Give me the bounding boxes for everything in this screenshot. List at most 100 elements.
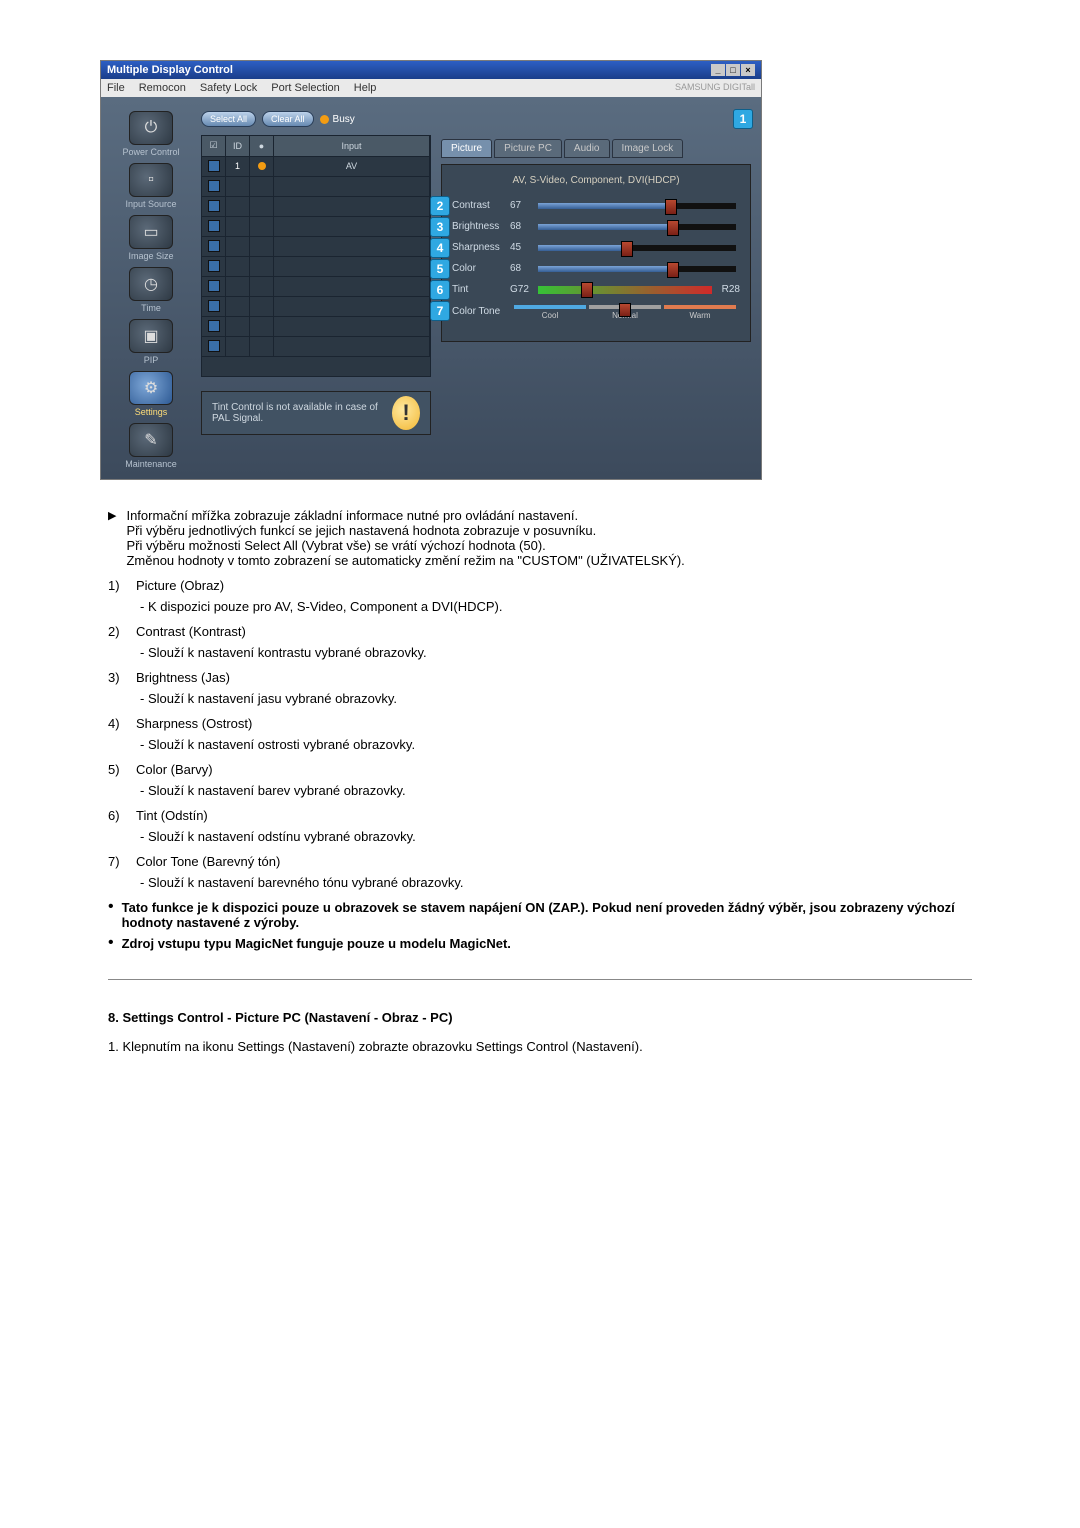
paragraph: 1. Klepnutím na ikonu Settings (Nastaven… [108, 1039, 643, 1054]
row-checkbox[interactable] [208, 160, 220, 172]
tab-picture[interactable]: Picture [441, 139, 492, 158]
paragraph: Změnou hodnoty v tomto zobrazení se auto… [126, 553, 684, 568]
contrast-value: 67 [510, 200, 534, 211]
callout-4: 4 [430, 238, 450, 258]
brightness-value: 68 [510, 221, 534, 232]
bullet-text: Tato funkce je k dispozici pouze u obraz… [122, 900, 955, 930]
row-checkbox[interactable] [208, 280, 220, 292]
sidebar-item-time[interactable]: ◷ Time [115, 267, 187, 313]
sidebar-item-maintenance[interactable]: ✎ Maintenance [115, 423, 187, 469]
row-checkbox[interactable] [208, 180, 220, 192]
brightness-label: Brightness [452, 221, 510, 232]
row-status-icon [258, 162, 266, 170]
tone-normal[interactable]: Normal [589, 305, 661, 317]
callout-6: 6 [430, 280, 450, 300]
list-title: Picture (Obraz) [136, 578, 224, 593]
clear-all-button[interactable]: Clear All [262, 111, 314, 127]
menu-file[interactable]: File [107, 82, 125, 94]
row-id: 1 [226, 156, 250, 177]
menu-remocon[interactable]: Remocon [139, 82, 186, 94]
list-title: Color Tone (Barevný tón) [136, 854, 280, 869]
minimize-icon[interactable]: _ [711, 64, 725, 76]
contrast-slider[interactable] [538, 203, 736, 209]
brightness-control[interactable]: 3 Brightness 68 [452, 221, 740, 232]
maintenance-icon: ✎ [129, 423, 173, 457]
table-row[interactable] [202, 216, 430, 236]
sidebar-item-pip[interactable]: ▣ PIP [115, 319, 187, 365]
callout-5: 5 [430, 259, 450, 279]
row-checkbox[interactable] [208, 340, 220, 352]
color-control[interactable]: 5 Color 68 [452, 263, 740, 274]
tint-right: R28 [716, 284, 740, 295]
sidebar-item-image-size[interactable]: ▭ Image Size [115, 215, 187, 261]
paragraph: Při výběru jednotlivých funkcí se jejich… [126, 523, 684, 538]
row-checkbox[interactable] [208, 240, 220, 252]
sidebar-item-settings[interactable]: ⚙ Settings [115, 371, 187, 417]
sharpness-control[interactable]: 4 Sharpness 45 [452, 242, 740, 253]
row-checkbox[interactable] [208, 200, 220, 212]
tint-slider[interactable] [538, 286, 712, 294]
row-checkbox[interactable] [208, 220, 220, 232]
tab-image-lock[interactable]: Image Lock [612, 139, 684, 158]
list-desc: - Slouží k nastavení odstínu vybrané obr… [140, 829, 972, 844]
titlebar: Multiple Display Control _□× [101, 61, 761, 79]
maximize-icon[interactable]: □ [726, 64, 740, 76]
list-title: Color (Barvy) [136, 762, 213, 777]
list-title: Tint (Odstín) [136, 808, 208, 823]
row-checkbox[interactable] [208, 320, 220, 332]
list-number: 1) [108, 578, 128, 593]
list-desc: - Slouží k nastavení barevného tónu vybr… [140, 875, 972, 890]
table-row[interactable] [202, 276, 430, 296]
list-title: Contrast (Kontrast) [136, 624, 246, 639]
sidebar-item-label: Maintenance [125, 459, 177, 469]
paragraph: Při výběru možnosti Select All (Vybrat v… [126, 538, 684, 553]
brightness-slider[interactable] [538, 224, 736, 230]
paragraph: Informační mřížka zobrazuje základní inf… [126, 508, 684, 523]
color-value: 68 [510, 263, 534, 274]
tint-control[interactable]: 6 Tint G72 R28 [452, 284, 740, 295]
table-row[interactable] [202, 316, 430, 336]
note-text: Tint Control is not available in case of… [212, 402, 392, 424]
tone-warm[interactable]: Warm [664, 305, 736, 317]
tone-cool[interactable]: Cool [514, 305, 586, 317]
table-row[interactable]: 1 AV [202, 156, 430, 176]
sidebar: ⏻ Power Control ▫ Input Source ▭ Image S… [111, 111, 191, 469]
callout-3: 3 [430, 217, 450, 237]
bullet-icon: • [108, 900, 114, 914]
contrast-control[interactable]: 2 Contrast 67 [452, 200, 740, 211]
power-icon: ⏻ [129, 111, 173, 145]
table-row[interactable] [202, 176, 430, 196]
table-row[interactable] [202, 296, 430, 316]
sidebar-item-input[interactable]: ▫ Input Source [115, 163, 187, 209]
list-desc: - Slouží k nastavení jasu vybrané obrazo… [140, 691, 972, 706]
sidebar-item-power[interactable]: ⏻ Power Control [115, 111, 187, 157]
menu-safety-lock[interactable]: Safety Lock [200, 82, 257, 94]
color-tone-selector[interactable]: Cool Normal Warm [514, 305, 736, 317]
table-row[interactable] [202, 256, 430, 276]
table-row[interactable] [202, 196, 430, 216]
document-body: ▶ Informační mřížka zobrazuje základní i… [100, 508, 980, 1054]
row-checkbox[interactable] [208, 300, 220, 312]
list-title: Brightness (Jas) [136, 670, 230, 685]
tab-audio[interactable]: Audio [564, 139, 610, 158]
tab-picture-pc[interactable]: Picture PC [494, 139, 562, 158]
table-row[interactable] [202, 236, 430, 256]
menubar: File Remocon Safety Lock Port Selection … [101, 79, 761, 97]
menu-help[interactable]: Help [354, 82, 377, 94]
sharpness-slider[interactable] [538, 245, 736, 251]
color-tone-control[interactable]: 7 Color Tone Cool Normal Warm [452, 305, 740, 317]
tone-thumb-icon [619, 303, 631, 317]
col-check[interactable]: ☑ [202, 136, 226, 157]
select-all-button[interactable]: Select All [201, 111, 256, 127]
sidebar-item-label: Time [141, 303, 161, 313]
row-checkbox[interactable] [208, 260, 220, 272]
table-row[interactable] [202, 336, 430, 356]
close-icon[interactable]: × [741, 64, 755, 76]
color-slider[interactable] [538, 266, 736, 272]
list-number: 4) [108, 716, 128, 731]
menu-port-selection[interactable]: Port Selection [271, 82, 339, 94]
note-bar: Tint Control is not available in case of… [201, 391, 431, 435]
window-title: Multiple Display Control [107, 64, 233, 76]
sidebar-item-label: PIP [144, 355, 159, 365]
window-controls[interactable]: _□× [710, 64, 755, 76]
